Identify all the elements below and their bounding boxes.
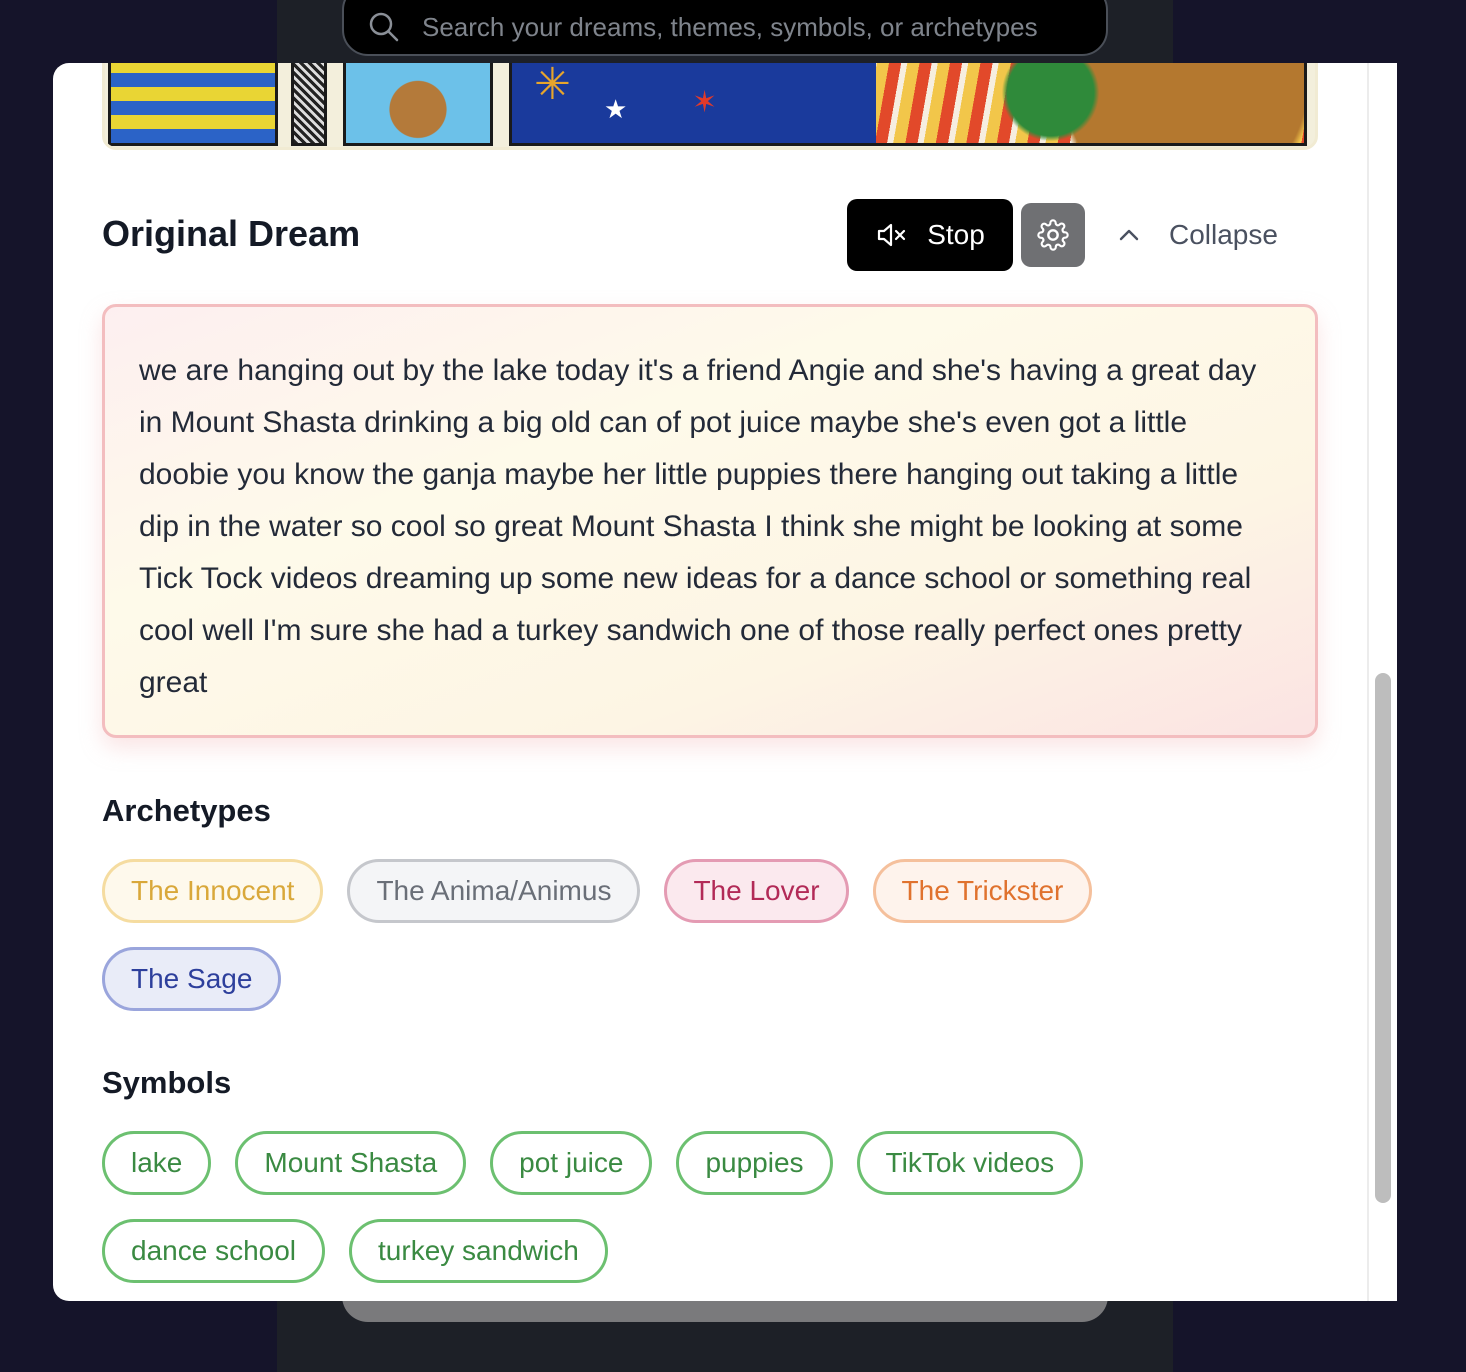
gear-icon [1037,219,1069,251]
leaf-shape: ✳ [534,63,571,110]
dream-image-panel [343,63,493,146]
symbol-tags-row: lake Mount Shasta pot juice puppies TikT… [102,1131,1084,1195]
dream-image-panel [108,63,278,146]
speaker-muted-icon [878,223,906,247]
dream-detail-modal: ✳ ★ ✶ Original Dream Stop Collapse we ar… [53,63,1397,1301]
stop-label: Stop [927,219,985,250]
audio-settings-button[interactable] [1021,203,1085,267]
chevron-up-icon [1119,229,1139,241]
stop-audio-button[interactable]: Stop [847,199,1013,271]
dream-image-panel [291,63,327,146]
symbol-tag[interactable]: turkey sandwich [349,1219,608,1283]
search-input[interactable] [422,11,1082,43]
collapse-button[interactable]: Collapse [1117,203,1278,267]
star-shape: ★ [604,95,628,125]
dream-image-panel: ✳ ★ ✶ [509,63,1307,146]
archetype-tag[interactable]: The Innocent [102,859,324,923]
dream-text-card: we are hanging out by the lake today it'… [102,304,1318,738]
search-icon [369,12,399,42]
dream-text: we are hanging out by the lake today it'… [139,354,1257,699]
symbol-tag[interactable]: pot juice [490,1131,653,1195]
scrollbar-track [1367,63,1369,1301]
scrollbar-thumb[interactable] [1375,673,1391,1203]
symbol-tags-row: dance school turkey sandwich [102,1219,608,1283]
symbol-tag[interactable]: Mount Shasta [235,1131,467,1195]
symbols-title: Symbols [102,1065,232,1100]
archetype-tag[interactable]: The Sage [102,947,282,1011]
archetype-tag[interactable]: The Trickster [872,859,1093,923]
archetype-tag[interactable]: The Lover [664,859,849,923]
archetype-tags-row: The Innocent The Anima/Animus The Lover … [102,859,1093,923]
star-shape: ✶ [692,85,718,120]
search-bar[interactable] [342,0,1108,56]
archetype-tag[interactable]: The Anima/Animus [347,859,641,923]
archetype-tags-row: The Sage [102,947,282,1011]
collapse-label: Collapse [1169,219,1278,250]
symbol-tag[interactable]: lake [102,1131,212,1195]
section-title: Original Dream [102,213,361,254]
symbol-tag[interactable]: dance school [102,1219,326,1283]
symbol-tag[interactable]: puppies [676,1131,833,1195]
symbol-tag[interactable]: TikTok videos [856,1131,1084,1195]
archetypes-title: Archetypes [102,793,271,828]
dream-image: ✳ ★ ✶ [102,63,1318,150]
